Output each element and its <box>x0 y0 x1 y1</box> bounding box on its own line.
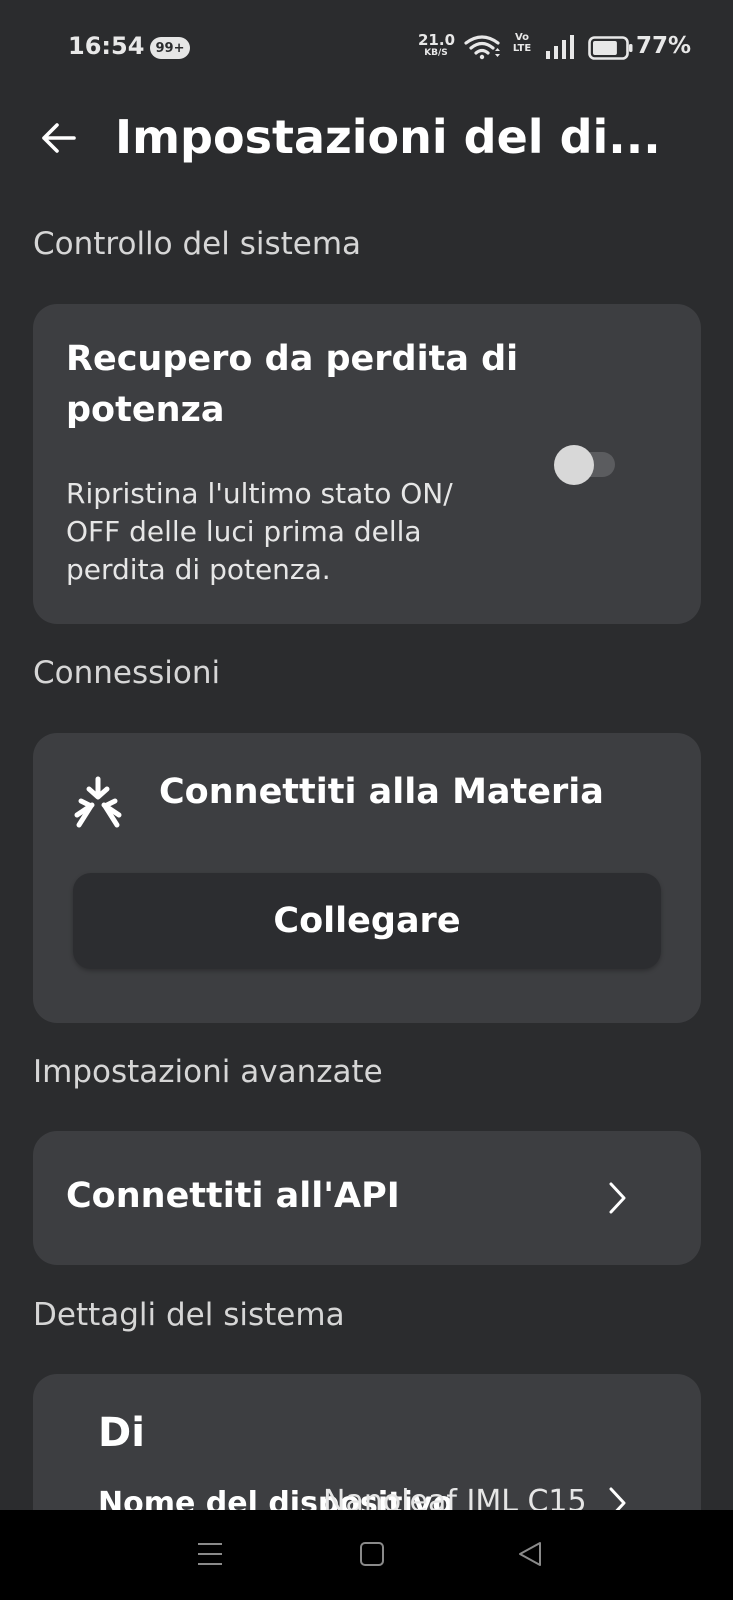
api-connect-label: Connettiti all'API <box>66 1176 400 1216</box>
matter-icon <box>71 775 125 833</box>
signal-icon <box>546 35 576 63</box>
chevron-right-icon <box>607 1181 629 1219</box>
section-label-advanced: Impostazioni avanzate <box>33 1054 383 1090</box>
api-connect-row[interactable]: Connettiti all'API <box>33 1131 701 1265</box>
volte-top-label: Vo <box>514 32 530 43</box>
power-loss-recovery-card: Recupero da perdita di potenza Ripristin… <box>33 304 701 624</box>
status-bar: 16:54 99+ 21.0 KB/S Vo LTE 77% <box>0 0 733 95</box>
battery-icon <box>588 36 634 64</box>
status-time: 16:54 <box>68 32 145 60</box>
network-speed: 21.0 KB/S <box>418 31 456 58</box>
power-loss-toggle[interactable] <box>549 444 619 485</box>
menu-icon <box>198 1543 222 1565</box>
connect-matter-button[interactable]: Collegare <box>73 873 661 969</box>
notification-badge: 99+ <box>150 37 190 59</box>
system-details-heading: Di <box>98 1410 145 1456</box>
home-icon <box>360 1542 384 1566</box>
volte-bottom-label: LTE <box>512 42 532 54</box>
network-speed-value: 21.0 <box>418 31 456 49</box>
network-speed-unit: KB/S <box>424 48 448 58</box>
section-label-system-details: Dettagli del sistema <box>33 1297 345 1333</box>
power-loss-title-line1: Recupero da perdita di <box>66 339 519 379</box>
menu-button[interactable] <box>188 1532 232 1576</box>
home-button[interactable] <box>350 1532 394 1576</box>
toggle-thumb <box>554 445 594 485</box>
back-button[interactable] <box>36 116 80 160</box>
wifi-icon <box>464 34 500 64</box>
power-loss-title: Recupero da perdita di potenza <box>66 334 518 436</box>
nav-back-button[interactable] <box>508 1532 552 1576</box>
power-loss-desc-line2: OFF delle luci prima della <box>66 514 422 548</box>
section-label-system-control: Controllo del sistema <box>33 226 362 262</box>
volte-icon: Vo LTE <box>509 32 535 54</box>
battery-percent: 77% <box>636 33 692 59</box>
power-loss-description: Ripristina l'ultimo stato ON/ OFF delle … <box>66 475 453 588</box>
power-loss-desc-line1: Ripristina l'ultimo stato ON/ <box>66 477 453 510</box>
section-label-connections: Connessioni <box>33 655 221 691</box>
power-loss-title-line2: potenza <box>66 389 225 430</box>
system-nav-bar <box>0 1510 733 1600</box>
power-loss-desc-line3: perdita di potenza. <box>66 552 331 586</box>
page-title: Impostazioni del di... <box>115 110 661 164</box>
back-arrow-icon <box>42 123 76 153</box>
matter-card: Connettiti alla Materia Collegare <box>33 733 701 1023</box>
matter-title: Connettiti alla Materia <box>159 772 604 812</box>
back-triangle-icon <box>519 1542 541 1566</box>
